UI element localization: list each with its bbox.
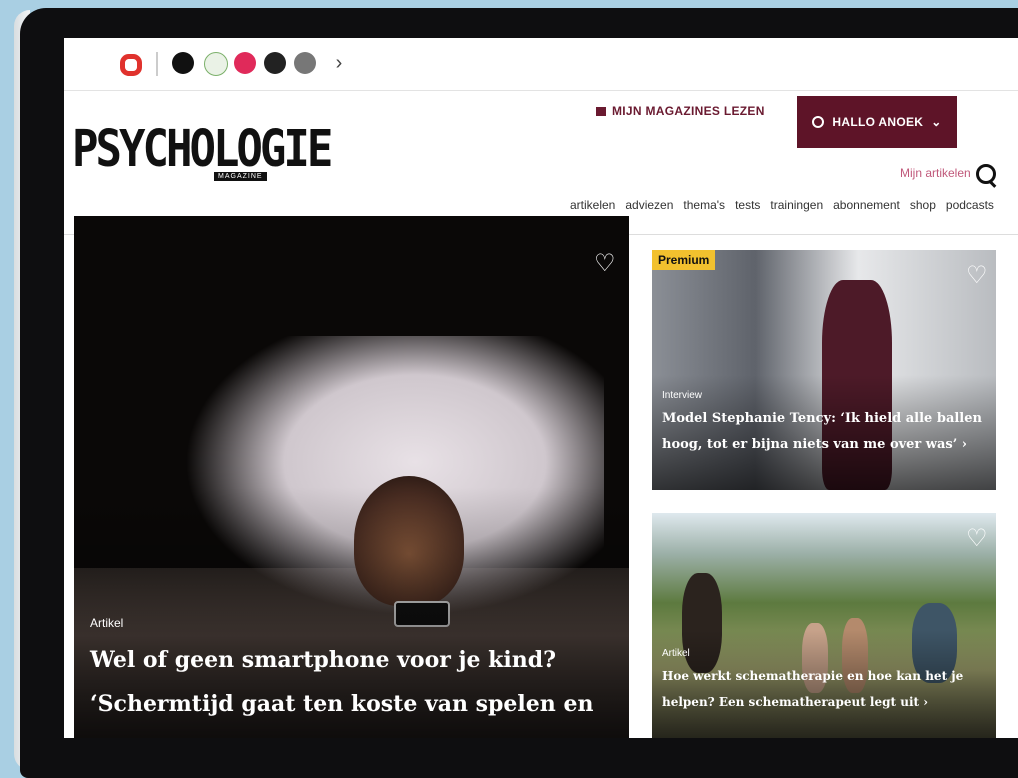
- my-articles-link[interactable]: Mijn artikelen: [900, 166, 971, 180]
- article-kicker: Interview: [662, 390, 703, 401]
- premium-badge: Premium: [652, 250, 716, 270]
- user-menu-button[interactable]: HALLO ANOEK ⌄: [797, 96, 957, 148]
- article-headline[interactable]: Hoe werkt schematherapie en hoe kan het …: [662, 663, 982, 715]
- nav-item-adviezen[interactable]: adviezen: [625, 198, 673, 212]
- heart-icon[interactable]: ♡: [966, 264, 988, 288]
- heart-icon[interactable]: ♡: [966, 527, 988, 551]
- article-headline[interactable]: Model Stephanie Tency: ‘Ik hield alle ba…: [662, 406, 982, 458]
- brand-divider: [156, 52, 158, 76]
- nav-item-trainingen[interactable]: trainingen: [770, 198, 823, 212]
- user-icon: [812, 116, 825, 128]
- main-nav: artikelen adviezen thema's tests trainin…: [570, 198, 994, 212]
- nav-item-artikelen[interactable]: artikelen: [570, 198, 615, 212]
- nav-item-shop[interactable]: shop: [910, 198, 936, 212]
- nav-item-abonnement[interactable]: abonnement: [833, 198, 900, 212]
- psychologie-logo-icon[interactable]: [120, 54, 142, 76]
- logo-subtitle: MAGAZINE: [214, 172, 267, 181]
- magazine-icon: [596, 107, 606, 117]
- premium-article-card[interactable]: Premium ♡ Interview Model Stephanie Tenc…: [652, 250, 996, 490]
- chevron-right-icon[interactable]: ›: [329, 50, 349, 76]
- heart-icon[interactable]: ♡: [594, 252, 616, 276]
- h-magazine-icon[interactable]: [172, 52, 194, 74]
- featured-article-card[interactable]: ♡ Artikel Wel of geen smartphone voor je…: [74, 216, 629, 738]
- magazines-link[interactable]: MIJN MAGAZINES LEZEN: [596, 104, 765, 118]
- plus-magazine-icon[interactable]: [234, 52, 256, 74]
- user-greeting: HALLO ANOEK: [832, 115, 924, 129]
- flower-icon[interactable]: [204, 52, 228, 76]
- article-kicker: Artikel: [90, 616, 124, 630]
- grey-magazine-icon[interactable]: [294, 52, 316, 74]
- article-card[interactable]: ♡ Artikel Hoe werkt schematherapie en ho…: [652, 513, 996, 738]
- article-headline[interactable]: Wel of geen smartphone voor je kind? ‘Sc…: [90, 638, 610, 738]
- nav-item-tests[interactable]: tests: [735, 198, 760, 212]
- chevron-down-icon: ⌄: [931, 115, 942, 129]
- nav-item-themas[interactable]: thema's: [683, 198, 725, 212]
- dark-magazine-icon[interactable]: [264, 52, 286, 74]
- search-icon[interactable]: [976, 164, 996, 184]
- browser-screen: › MIJN MAGAZINES LEZEN HALLO ANOEK ⌄ PSY…: [64, 38, 1018, 738]
- brand-bar: ›: [64, 38, 1018, 91]
- magazines-link-label: MIJN MAGAZINES LEZEN: [612, 104, 765, 118]
- site-logo[interactable]: PSYCHOLOGIE: [72, 120, 333, 179]
- article-kicker: Artikel: [662, 648, 690, 659]
- nav-item-podcasts[interactable]: podcasts: [946, 198, 994, 212]
